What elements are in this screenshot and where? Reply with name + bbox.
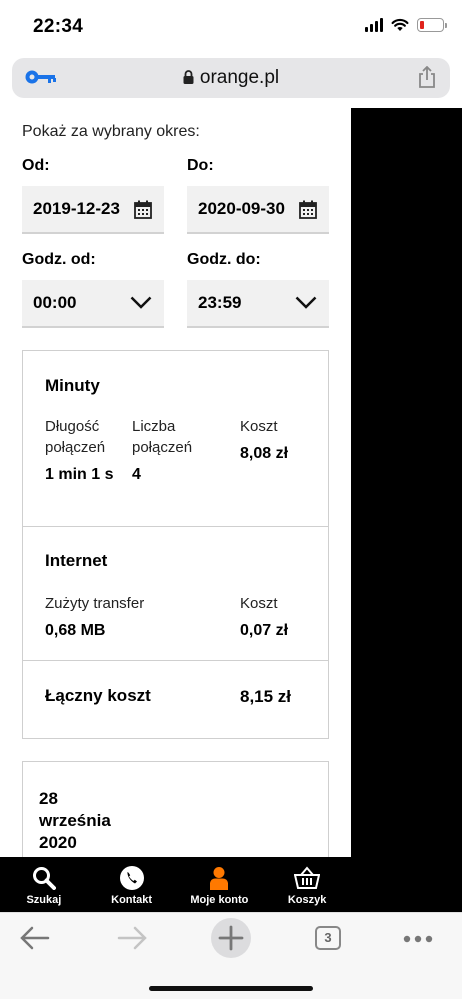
internet-cost-label: Koszt [240, 595, 278, 612]
time-to-select[interactable]: 23:59 [187, 280, 329, 328]
count-label: Liczba połączeń [132, 418, 193, 456]
phone-icon [119, 866, 144, 890]
site-bottom-nav: Szukaj Kontakt Moje konto Koszyk [0, 857, 351, 912]
lock-icon [183, 70, 194, 84]
status-bar: 22:34 [0, 0, 462, 56]
time-from-select[interactable]: 00:00 [22, 280, 164, 328]
minutes-cost-label: Koszt [240, 418, 278, 435]
total-cost-label: Łączny koszt [45, 686, 151, 705]
wifi-icon [391, 18, 409, 31]
time-to-label: Godz. do: [187, 251, 261, 268]
from-date-value: 2019-12-23 [33, 199, 120, 218]
to-label: Do: [187, 157, 214, 174]
more-options-icon[interactable] [403, 935, 433, 943]
from-label: Od: [22, 157, 50, 174]
overlay-strip [351, 857, 462, 912]
count-value: 4 [132, 466, 141, 483]
status-icons [365, 18, 447, 32]
from-date-input[interactable]: 2019-12-23 [22, 186, 164, 234]
plus-icon [218, 925, 244, 951]
time-from-value: 00:00 [33, 293, 77, 312]
transfer-value: 0,68 MB [45, 622, 106, 639]
transfer-label: Zużyty transfer [45, 595, 145, 612]
chevron-down-icon [295, 296, 317, 309]
day-card-date: 28 września 2020 [39, 789, 111, 852]
nav-search[interactable]: Szukaj [0, 857, 88, 912]
internet-title: Internet [45, 551, 108, 570]
overlay-strip [351, 108, 462, 858]
url-display[interactable]: orange.pl [12, 67, 450, 89]
section-divider [23, 660, 328, 661]
minutes-cost-value: 8,08 zł [240, 445, 289, 462]
calendar-icon[interactable] [299, 200, 317, 219]
usage-summary-card: Minuty Długość połączeń 1 min 1 s Liczba… [22, 350, 329, 739]
day-card[interactable]: 28 września 2020 [22, 761, 329, 858]
forward-arrow-icon[interactable] [117, 926, 147, 950]
back-arrow-icon[interactable] [20, 926, 50, 950]
to-date-input[interactable]: 2020-09-30 [187, 186, 329, 234]
nav-search-label: Szukaj [26, 894, 62, 906]
url-text: orange.pl [199, 67, 280, 88]
nav-my-account[interactable]: Moje konto [176, 857, 264, 912]
home-indicator [149, 986, 313, 991]
nav-basket-label: Koszyk [287, 894, 327, 906]
signal-icon [365, 18, 383, 32]
status-time: 22:34 [33, 16, 84, 37]
new-tab-button[interactable] [211, 918, 251, 958]
nav-my-account-label: Moje konto [190, 894, 249, 906]
basket-icon [294, 866, 321, 889]
search-icon [32, 867, 56, 890]
time-from-label: Godz. od: [22, 251, 96, 268]
time-to-value: 23:59 [198, 293, 242, 312]
tabs-button[interactable]: 3 [315, 926, 341, 950]
minutes-title: Minuty [45, 376, 100, 395]
nav-contact[interactable]: Kontakt [88, 857, 176, 912]
user-icon [210, 867, 229, 890]
calendar-icon[interactable] [134, 200, 152, 219]
total-cost-value: 8,15 zł [240, 687, 292, 706]
address-bar[interactable]: orange.pl [12, 58, 450, 98]
chevron-down-icon [130, 296, 152, 309]
internet-cost-value: 0,07 zł [240, 622, 289, 639]
battery-icon [417, 18, 447, 32]
duration-label: Długość połączeń [45, 418, 106, 456]
section-divider [23, 526, 328, 527]
nav-basket[interactable]: Koszyk [263, 857, 351, 912]
page-content: Pokaż za wybrany okres: Od: Do: 2019-12-… [0, 108, 351, 858]
period-label: Pokaż za wybrany okres: [22, 123, 200, 140]
to-date-value: 2020-09-30 [198, 199, 285, 218]
share-icon[interactable] [418, 66, 436, 88]
nav-contact-label: Kontakt [111, 894, 153, 906]
browser-toolbar: 3 [0, 912, 462, 999]
duration-value: 1 min 1 s [45, 466, 114, 483]
